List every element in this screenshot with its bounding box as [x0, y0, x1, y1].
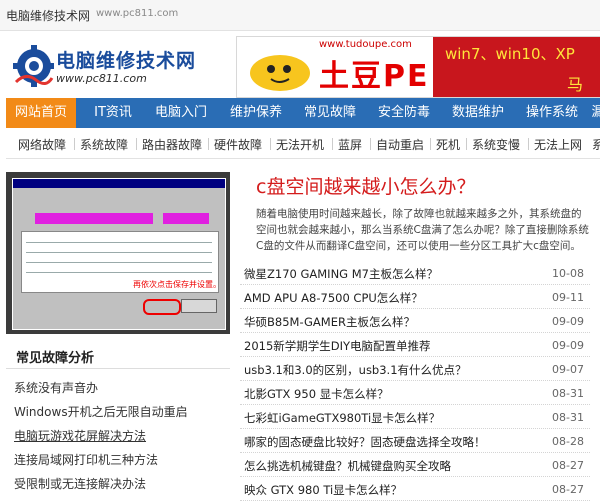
nav-item-it-news[interactable]: IT资讯 [82, 98, 144, 128]
subnav-divider [332, 138, 333, 150]
news-date: 09-11 [552, 291, 584, 304]
tudoupe-panel: www.tudoupe.com 土豆PE [237, 37, 433, 97]
news-title[interactable]: 七彩虹iGameGTX980Ti显卡怎么样？ [244, 410, 440, 426]
news-title[interactable]: 2015新学期学生DIY电脑配置单推荐 [244, 338, 431, 354]
news-title[interactable]: usb3.1和3.0的区别，usb3.1有什么优点？ [244, 362, 467, 378]
news-title[interactable]: 映众 GTX 980 Ti显卡怎么样？ [244, 482, 402, 498]
nav-item-home[interactable]: 网站首页 [6, 98, 76, 128]
site-name[interactable]: 电脑维修技术网 [6, 7, 90, 24]
subnav-network[interactable]: 网络故障 [18, 136, 66, 153]
banner-url: www.tudoupe.com [319, 39, 412, 50]
list-item[interactable]: 七彩虹iGameGTX980Ti显卡怎么样？ 08-31 [240, 406, 590, 429]
subnav-slow[interactable]: 系统变慢 [472, 136, 520, 153]
nav-item-maintenance[interactable]: 维护保养 [220, 98, 292, 128]
nav-item-data[interactable]: 数据维护 [442, 98, 514, 128]
subnav-divider [74, 138, 75, 150]
news-title[interactable]: AMD APU A8-7500 CPU怎么样？ [244, 290, 423, 306]
list-item[interactable]: 华硕B85M-GAMER主板怎么样？ 09-09 [240, 310, 590, 333]
subnav-divider [136, 138, 137, 150]
subnav-divider [528, 138, 529, 150]
sidebar-link[interactable]: 电脑玩游戏花屏解决方法 [14, 427, 146, 444]
subnav-router[interactable]: 路由器故障 [142, 136, 202, 153]
banner-tagline: win7、win10、XP [445, 45, 575, 63]
partition-bar [163, 213, 209, 224]
logo-title: 电脑维修技术网 [56, 50, 197, 72]
subnav-divider [208, 138, 209, 150]
subnav-no-boot[interactable]: 无法开机 [276, 136, 324, 153]
subnav-system[interactable]: 系统故障 [80, 136, 128, 153]
subnav-hardware[interactable]: 硬件故障 [214, 136, 262, 153]
logo-url: www.pc811.com [56, 72, 147, 85]
article-title[interactable]: c盘空间越来越小怎么办？ [256, 172, 475, 199]
window-titlebar [13, 179, 225, 188]
logo-icon [13, 45, 54, 87]
screenshot-note: 再依次点击保存并设置。 [133, 280, 221, 289]
potato-mascot-icon [250, 55, 310, 91]
window-button [181, 299, 217, 313]
banner-tagline-cut: 马 [567, 75, 584, 94]
subnav-divider [466, 138, 467, 150]
list-item[interactable]: AMD APU A8-7500 CPU怎么样？ 09-11 [240, 286, 590, 309]
partition-row [26, 242, 212, 243]
nav-item-more[interactable]: 漏 [590, 98, 600, 128]
partition-row [26, 262, 212, 263]
list-item[interactable]: 北影GTX 950 显卡怎么样？ 08-31 [240, 382, 590, 405]
sidebar-link[interactable]: 受限制或无连接解决办法 [14, 475, 146, 492]
list-item[interactable]: 映众 GTX 980 Ti显卡怎么样？ 08-27 [240, 478, 590, 501]
sidebar-link[interactable]: 连接局域网打印机三种方法 [14, 451, 158, 468]
subnav-divider [270, 138, 271, 150]
news-title[interactable]: 华硕B85M-GAMER主板怎么样？ [244, 314, 415, 330]
list-item[interactable]: 哪家的固态硬盘比较好？固态硬盘选择全攻略！ 08-28 [240, 430, 590, 453]
list-item[interactable]: usb3.1和3.0的区别，usb3.1有什么优点？ 09-07 [240, 358, 590, 381]
article-summary: 随着电脑使用时间越来越长，除了故障也就越来越多之外，其系统盘的空间也就会越来越小… [256, 208, 589, 252]
list-item[interactable]: 微星Z170 GAMING M7主板怎么样？ 10-08 [240, 262, 590, 285]
subnav-reboot[interactable]: 自动重启 [376, 136, 424, 153]
nav-item-faults[interactable]: 常见故障 [294, 98, 366, 128]
highlighted-button [143, 299, 181, 315]
subnav-freeze[interactable]: 死机 [436, 136, 460, 153]
subnav-more[interactable]: 系 [592, 136, 600, 153]
news-date: 08-27 [552, 459, 584, 472]
partition-bar [35, 213, 153, 224]
banner-ad[interactable]: www.tudoupe.com 土豆PE win7、win10、XP 马 [236, 36, 600, 98]
news-title[interactable]: 北影GTX 950 显卡怎么样？ [244, 386, 389, 402]
partition-row [26, 252, 212, 253]
partition-row [26, 272, 212, 273]
news-date: 08-28 [552, 435, 584, 448]
subnav-divider [370, 138, 371, 150]
nav-item-os[interactable]: 操作系统 [516, 98, 588, 128]
news-date: 09-09 [552, 315, 584, 328]
site-topbar: 电脑维修技术网 www.pc811.com [0, 0, 600, 31]
news-date: 08-27 [552, 483, 584, 496]
sidebar-link[interactable]: Windows开机之后无限自动重启 [14, 403, 188, 420]
nav-item-antivirus[interactable]: 安全防毒 [368, 98, 440, 128]
news-date: 08-31 [552, 387, 584, 400]
news-title[interactable]: 怎么挑选机械键盘？机械键盘购买全攻略 [244, 458, 451, 474]
partition-tool-window: 再依次点击保存并设置。 [12, 178, 226, 330]
list-item[interactable]: 怎么挑选机械键盘？机械键盘购买全攻略 08-27 [240, 454, 590, 477]
sub-nav: 网络故障 系统故障 路由器故障 硬件故障 无法开机 蓝屏 自动重启 死机 系统变… [6, 130, 600, 159]
site-logo[interactable]: 电脑维修技术网 www.pc811.com [6, 40, 221, 90]
sidebar-title: 常见故障分析 [16, 351, 95, 366]
sidebar-header: 常见故障分析 [6, 342, 230, 369]
news-date: 09-07 [552, 363, 584, 376]
news-date: 09-09 [552, 339, 584, 352]
subnav-bsod[interactable]: 蓝屏 [338, 136, 362, 153]
news-title[interactable]: 哪家的固态硬盘比较好？固态硬盘选择全攻略！ [244, 434, 486, 450]
banner-brand: 土豆PE [319, 59, 430, 94]
list-item[interactable]: 2015新学期学生DIY电脑配置单推荐 09-09 [240, 334, 590, 357]
news-date: 08-31 [552, 411, 584, 424]
subnav-offline[interactable]: 无法上网 [534, 136, 582, 153]
article-thumbnail[interactable]: 再依次点击保存并设置。 [6, 172, 230, 334]
subnav-divider [430, 138, 431, 150]
site-url[interactable]: www.pc811.com [96, 8, 178, 19]
nav-item-basics[interactable]: 电脑入门 [146, 98, 216, 128]
main-nav: 网站首页 IT资讯 电脑入门 维护保养 常见故障 安全防毒 数据维护 操作系统 … [6, 98, 600, 128]
news-date: 10-08 [552, 267, 584, 280]
sidebar-link[interactable]: 系统没有声音办 [14, 379, 98, 396]
news-title[interactable]: 微星Z170 GAMING M7主板怎么样？ [244, 266, 438, 282]
